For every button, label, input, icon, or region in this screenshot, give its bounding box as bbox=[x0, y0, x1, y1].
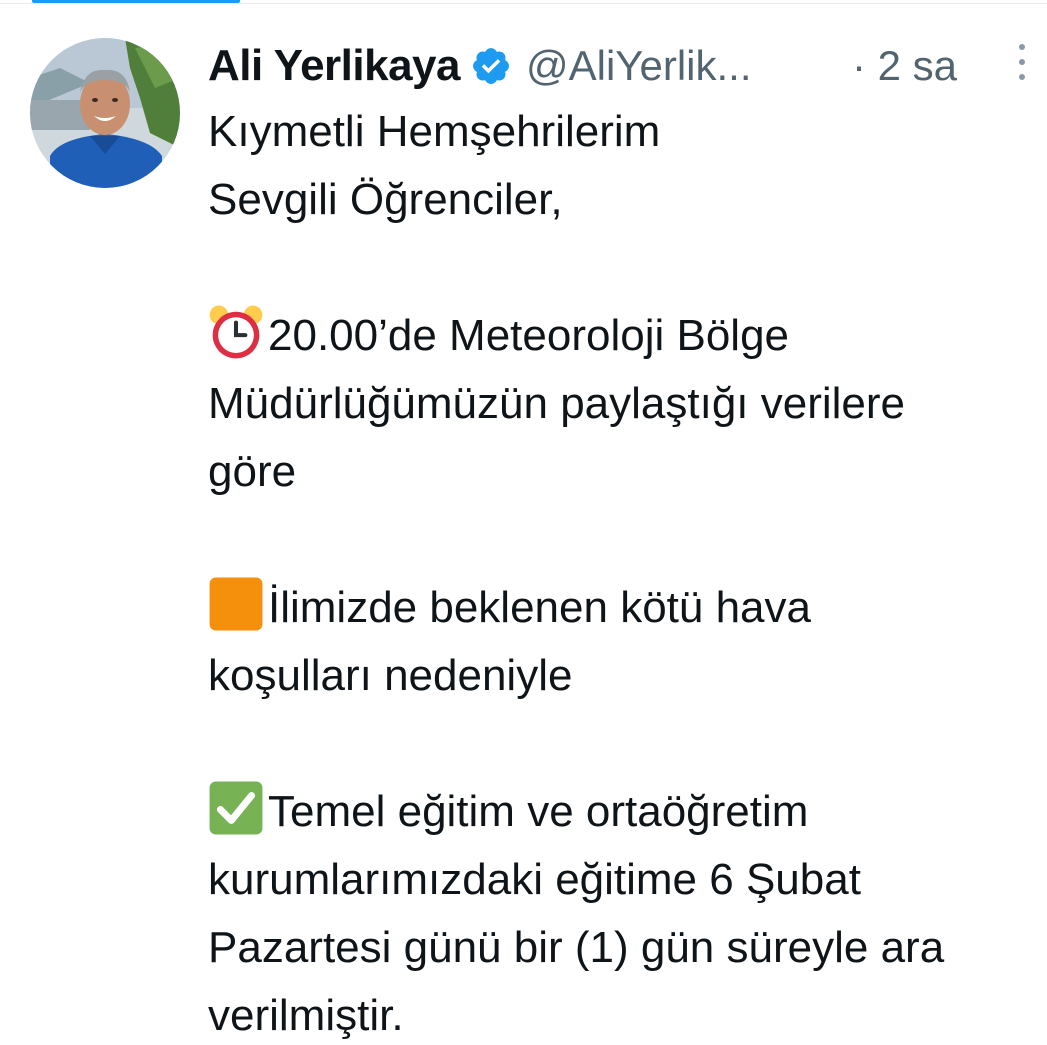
orange-square-icon bbox=[208, 576, 264, 632]
text-line: koşulları nedeniyle bbox=[208, 651, 573, 700]
text-line: Pazartesi günü bir (1) gün süreyle ara bbox=[208, 923, 945, 972]
text-line: İlimizde beklenen kötü hava bbox=[208, 574, 1038, 642]
text-line: 20.00’de Meteoroloji Bölge bbox=[208, 302, 1038, 370]
text-line-content: Temel eğitim ve ortaöğretim bbox=[268, 787, 809, 836]
text-line: Temel eğitim ve ortaöğretim bbox=[208, 778, 1038, 846]
divider bbox=[0, 3, 1047, 4]
tweet-text: Kıymetli Hemşehrilerim Sevgili Öğrencile… bbox=[208, 98, 1038, 1045]
verified-badge-icon bbox=[470, 45, 512, 87]
author-handle[interactable]: @AliYerlik... bbox=[526, 42, 751, 90]
text-line: verilmiştir. bbox=[208, 991, 404, 1040]
check-mark-icon bbox=[208, 780, 264, 836]
avatar[interactable] bbox=[30, 38, 180, 188]
text-line: kurumlarımızdaki eğitime 6 Şubat bbox=[208, 855, 861, 904]
text-line: Sevgili Öğrenciler, bbox=[208, 175, 563, 224]
author-name[interactable]: Ali Yerlikaya bbox=[208, 41, 461, 91]
more-options-icon[interactable] bbox=[1010, 42, 1034, 82]
text-line-content: İlimizde beklenen kötü hava bbox=[268, 583, 811, 632]
text-line: Müdürlüğümüzün paylaştığı verilere bbox=[208, 379, 906, 428]
avatar-image bbox=[30, 38, 180, 188]
tweet-view: Ali Yerlikaya @AliYerlik... · 2 sa Kıyme… bbox=[0, 0, 1047, 1045]
text-line: göre bbox=[208, 447, 297, 496]
text-line-content: 20.00’de Meteoroloji Bölge bbox=[268, 311, 790, 360]
alarm-clock-icon bbox=[208, 304, 264, 360]
text-line: Kıymetli Hemşehrilerim bbox=[208, 107, 661, 156]
tweet-timestamp[interactable]: · 2 sa bbox=[852, 38, 957, 94]
tweet-header: Ali Yerlikaya @AliYerlik... bbox=[208, 38, 751, 94]
